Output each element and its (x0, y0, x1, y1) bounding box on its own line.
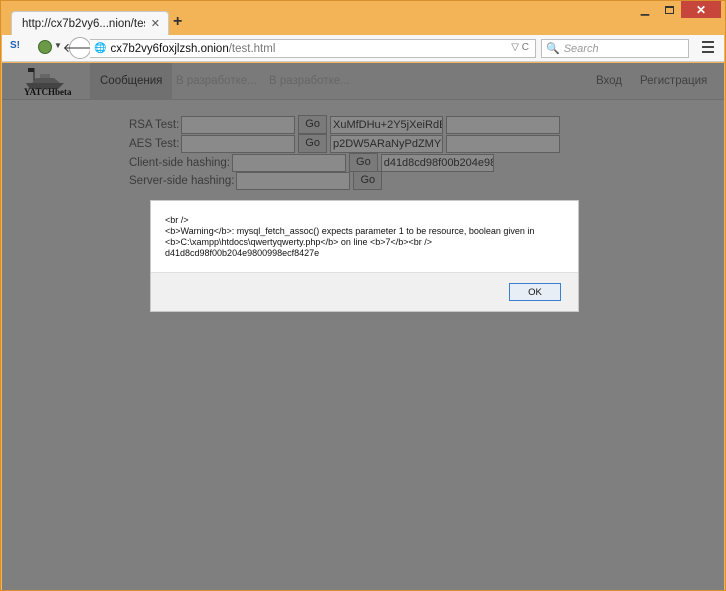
aes-test-row: AES Test: Go p2DW5ARaNyPdZMY1oy (129, 134, 560, 153)
url-host: cx7b2vy6foxjlzsh.onion (110, 42, 229, 55)
server-hash-input[interactable] (236, 171, 351, 190)
rsa-input[interactable] (181, 115, 296, 134)
aes-decrypted-output[interactable] (445, 134, 560, 153)
chevron-down-icon[interactable]: ▼ (54, 41, 62, 50)
nav-register[interactable]: Регистрация (640, 63, 707, 100)
s-logo-icon[interactable]: S! (10, 40, 24, 54)
globe-icon: 🌐 (94, 43, 107, 54)
alert-line: <b>C:\xampp\htdocs\qwertyqwerty.php</b> … (165, 237, 433, 247)
tab-close-icon[interactable]: ✕ (151, 17, 160, 30)
alert-footer: OK (151, 272, 578, 311)
nav-in-development-2[interactable]: В разработке... (269, 63, 350, 100)
aes-go-button[interactable]: Go (298, 134, 327, 153)
aes-output[interactable]: p2DW5ARaNyPdZMY1oy (329, 134, 443, 153)
maximize-icon[interactable] (657, 1, 681, 18)
rsa-output[interactable]: XuMfDHu+2Y5jXeiRdE02 (329, 115, 443, 134)
nav-in-development-1[interactable]: В разработке... (176, 63, 257, 100)
server-hash-label: Server-side hashing: (129, 174, 235, 187)
alert-line: <br /> (165, 215, 189, 225)
client-hash-row: Client-side hashing: Go d41d8cd98f00b204… (129, 153, 494, 172)
alert-dialog: <br /> <b>Warning</b>: mysql_fetch_assoc… (150, 200, 579, 312)
aes-test-label: AES Test: (129, 137, 180, 150)
hamburger-menu-icon[interactable] (702, 41, 714, 56)
onion-icon[interactable] (38, 40, 52, 54)
client-hash-output[interactable]: d41d8cd98f00b204e980 (380, 153, 494, 172)
tab-title: http://cx7b2vy6...nion/test.html (22, 17, 145, 30)
close-window-icon[interactable]: ✕ (681, 1, 721, 18)
search-placeholder: Search (563, 42, 599, 55)
server-hash-go-button[interactable]: Go (353, 171, 383, 190)
new-tab-icon[interactable]: + (173, 13, 182, 31)
reload-icon[interactable]: ▽ C (511, 42, 529, 53)
navigation-toolbar: S! ▼ 🡐 🌐 cx7b2vy6foxjlzsh.onion/test.htm… (2, 35, 724, 62)
alert-message: <br /> <b>Warning</b>: mysql_fetch_assoc… (165, 215, 565, 259)
browser-window: http://cx7b2vy6...nion/test.html ✕ + ▁ ✕… (0, 0, 726, 591)
search-icon: 🔍 (546, 43, 560, 55)
rsa-test-row: RSA Test: Go XuMfDHu+2Y5jXeiRdE02 (129, 115, 560, 134)
rsa-test-label: RSA Test: (129, 118, 180, 131)
title-bar: http://cx7b2vy6...nion/test.html ✕ + ▁ ✕ (1, 1, 725, 35)
url-path: /test.html (228, 42, 276, 55)
page-viewport: YATCHbeta Сообщения В разработке... В ра… (2, 63, 724, 590)
ok-button[interactable]: OK (509, 283, 561, 301)
client-hash-go-button[interactable]: Go (349, 153, 378, 172)
server-hash-row: Server-side hashing: Go (129, 171, 385, 190)
nav-login[interactable]: Вход (596, 63, 622, 100)
rsa-go-button[interactable]: Go (298, 115, 327, 134)
site-logo-text: YATCHbeta (24, 87, 72, 97)
client-hash-label: Client-side hashing: (129, 156, 231, 169)
rsa-decrypted-output[interactable] (445, 115, 560, 134)
aes-input[interactable] (181, 134, 296, 153)
search-input[interactable]: 🔍 Search (541, 39, 689, 58)
site-navbar: YATCHbeta Сообщения В разработке... В ра… (2, 63, 724, 100)
url-bar[interactable]: 🌐 cx7b2vy6foxjlzsh.onion/test.html ▽ C (90, 39, 536, 58)
alert-line: d41d8cd98f00b204e9800998ecf8427e (165, 248, 320, 258)
alert-line: <b>Warning</b>: mysql_fetch_assoc() expe… (165, 226, 535, 236)
back-button[interactable]: 🡐 (63, 37, 97, 59)
window-controls: ▁ ✕ (633, 1, 721, 18)
nav-messages[interactable]: Сообщения (90, 63, 173, 100)
client-hash-input[interactable] (232, 153, 347, 172)
minimize-icon[interactable]: ▁ (633, 1, 657, 18)
browser-tab[interactable]: http://cx7b2vy6...nion/test.html ✕ (11, 11, 169, 35)
